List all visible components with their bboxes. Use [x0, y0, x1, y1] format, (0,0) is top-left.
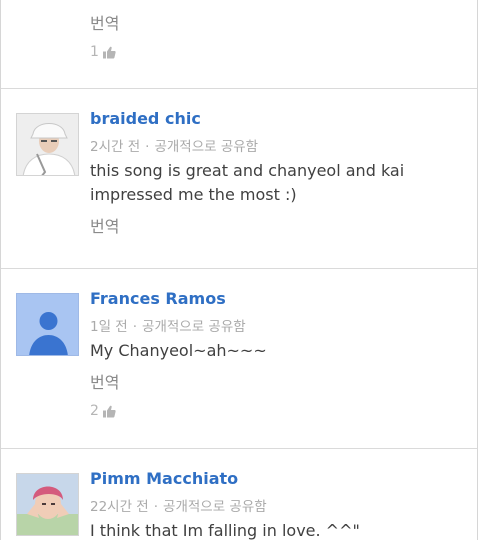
comment-text: I think that Im falling in love. ^^"	[90, 521, 360, 540]
avatar[interactable]	[16, 473, 79, 536]
comment-card: Frances Ramos 1일 전 · 공개적으로 공유함 My Chanyeol…	[2, 269, 476, 448]
separator-dot: ·	[153, 499, 159, 515]
comment-meta: 22시간 전 · 공개적으로 공유함	[90, 495, 267, 515]
comment-text: My Chanyeol~ah~~~	[90, 341, 267, 360]
comment-card: braided chic 2시간 전 · 공개적으로 공유함 this song i…	[2, 89, 476, 268]
like-count: 1	[90, 44, 99, 60]
comment-text: this song is great and chanyeol and kai …	[90, 161, 405, 204]
like-count: 2	[90, 403, 99, 419]
comment-visibility: 공개적으로 공유함	[142, 319, 246, 335]
comment-meta: 1일 전 · 공개적으로 공유함	[90, 315, 246, 335]
comment-visibility: 공개적으로 공유함	[163, 499, 267, 515]
avatar[interactable]	[16, 113, 79, 176]
like-button[interactable]: 1	[90, 44, 116, 60]
comment-time[interactable]: 22시간 전	[90, 499, 149, 515]
comment-author[interactable]: Pimm Macchiato	[90, 469, 238, 488]
translate-link[interactable]: 번역	[90, 213, 119, 237]
comment-time[interactable]: 2시간 전	[90, 139, 140, 155]
thumbs-up-icon	[102, 405, 116, 417]
separator-dot: ·	[132, 319, 138, 335]
thumbs-up-icon	[102, 46, 116, 58]
separator-dot: ·	[145, 139, 150, 155]
comment-time[interactable]: 1일 전	[90, 319, 128, 335]
avatar[interactable]	[16, 293, 79, 356]
comment-meta: 2시간 전 · 공개적으로 공유함	[90, 135, 258, 155]
translate-link[interactable]: 번역	[90, 10, 119, 34]
comment-visibility: 공개적으로 공유함	[154, 139, 259, 155]
comment-card: Pimm Macchiato 22시간 전 · 공개적으로 공유함 I think …	[2, 449, 476, 540]
default-user-icon	[17, 294, 78, 355]
comments-feed: 번역 1 braided chic 2시간 전 · 공개적으로 공유함 this…	[0, 0, 478, 540]
comment-author[interactable]: braided chic	[90, 109, 201, 128]
comment-author[interactable]: Frances Ramos	[90, 289, 226, 308]
like-button[interactable]: 2	[90, 403, 116, 419]
comment-card: 번역 1	[2, 0, 476, 88]
translate-link[interactable]: 번역	[90, 369, 119, 393]
